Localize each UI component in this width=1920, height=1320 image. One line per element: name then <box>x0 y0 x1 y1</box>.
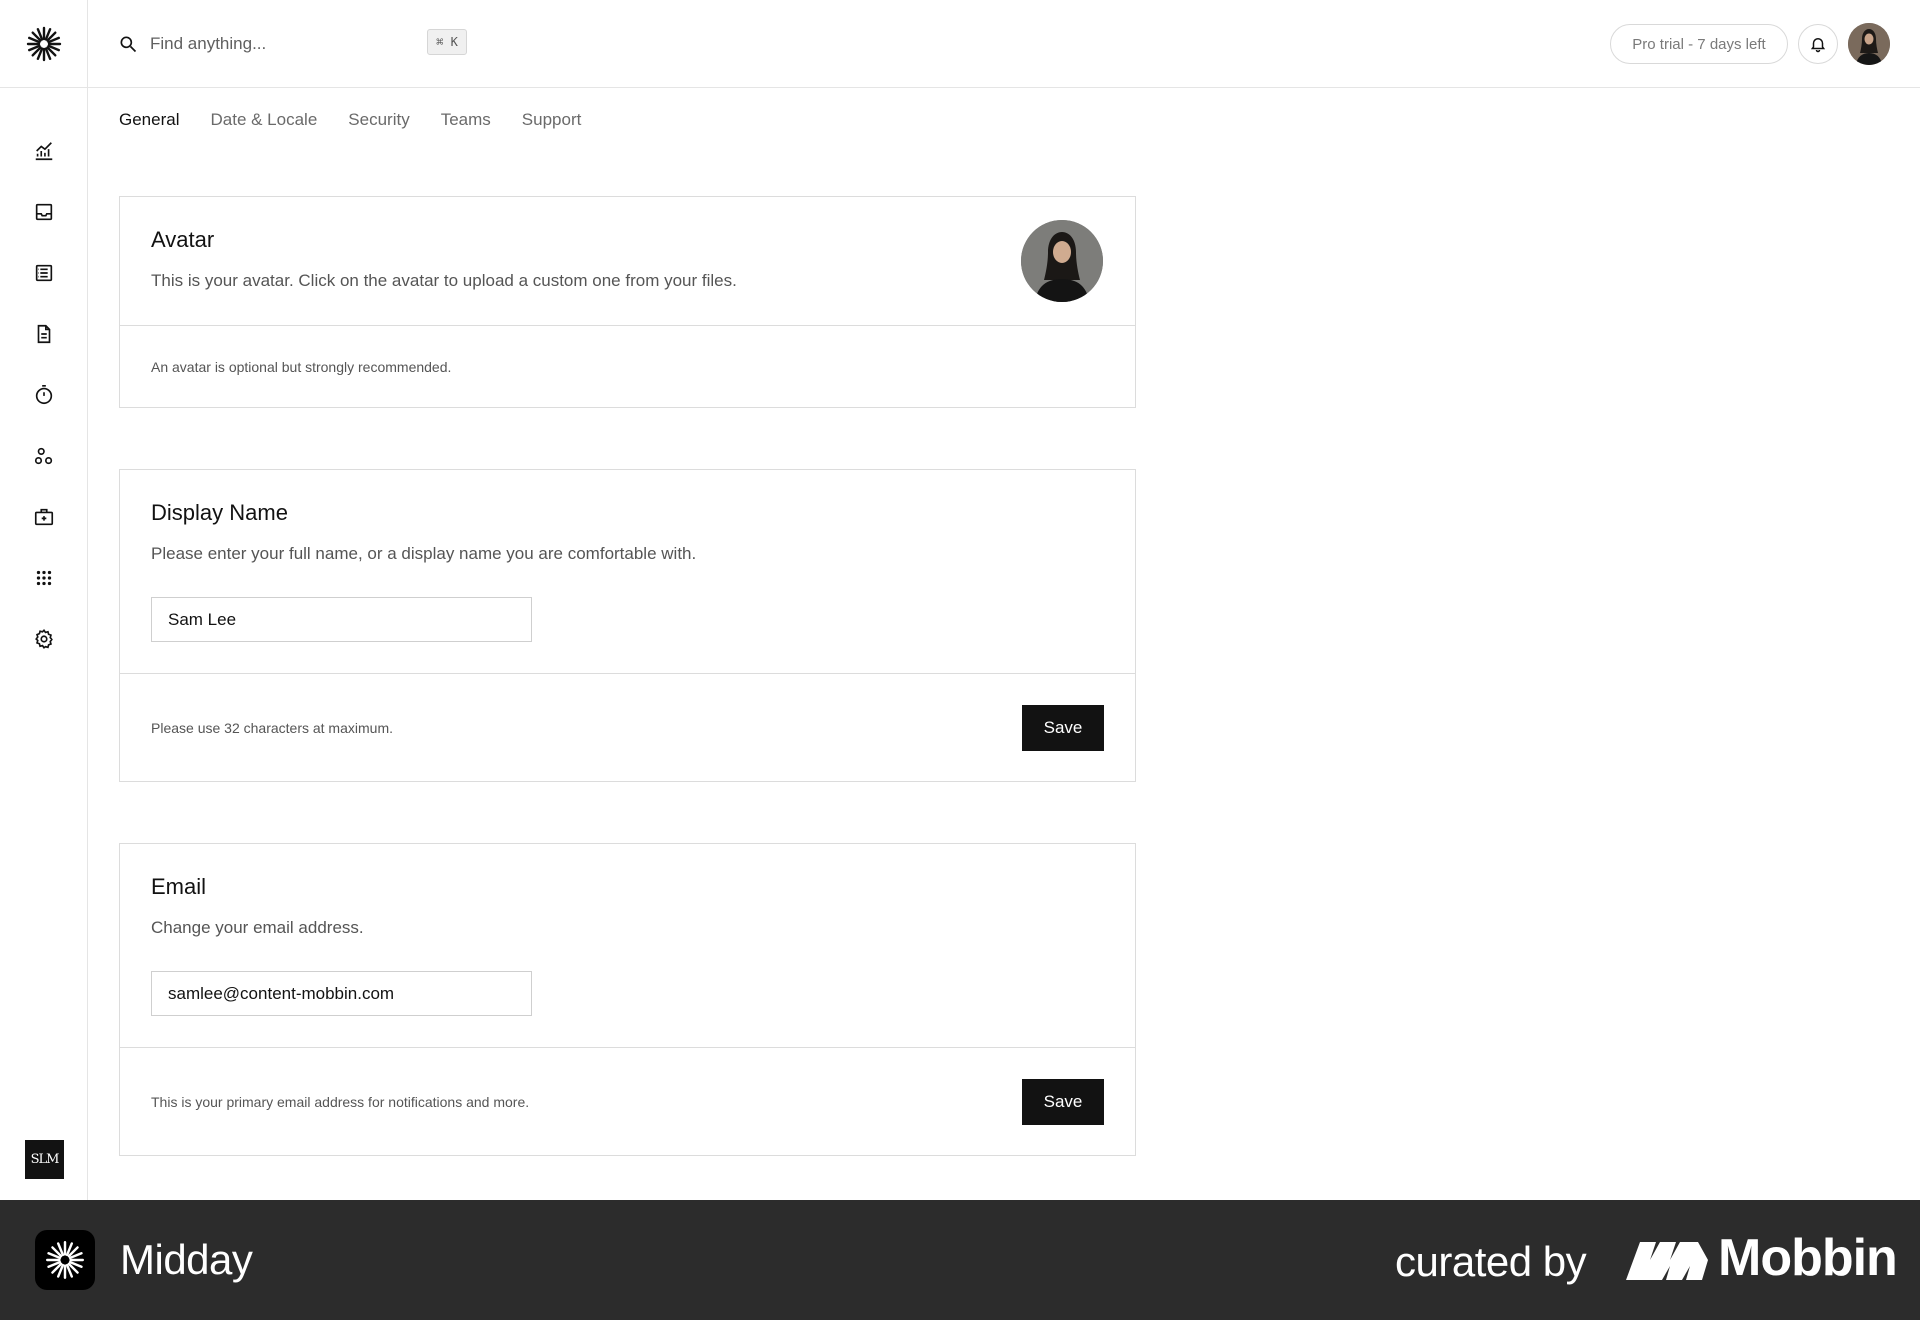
transactions-icon <box>35 264 53 281</box>
display-name-card-description: Please enter your full name, or a displa… <box>151 544 697 563</box>
sidebar: SLM <box>0 0 88 1200</box>
search-input[interactable] <box>150 34 390 54</box>
sidebar-nav <box>0 120 88 669</box>
bell-icon <box>1810 38 1826 53</box>
sidebar-item-overview[interactable] <box>0 120 88 181</box>
midday-app-icon <box>35 1230 95 1290</box>
avatar-card-note: An avatar is optional but strongly recom… <box>151 358 452 375</box>
brand-bar: Midday curated by Mobbin <box>0 1200 1920 1320</box>
invoice-icon <box>37 324 51 343</box>
sidebar-item-vault[interactable] <box>0 486 88 547</box>
avatar-card-footer: An avatar is optional but strongly recom… <box>120 325 1135 407</box>
sidebar-item-tracker[interactable] <box>0 364 88 425</box>
top-header: ⌘ K Pro trial - 7 days left <box>88 0 1920 88</box>
email-card: Email Change your email address. This is… <box>119 843 1136 1156</box>
settings-tabs: General Date & Locale Security Teams Sup… <box>119 110 581 138</box>
display-name-card: Display Name Please enter your full name… <box>119 469 1136 782</box>
display-name-input[interactable] <box>151 597 532 642</box>
midday-logo-mark <box>26 26 62 62</box>
midday-app-icon-mark <box>46 1241 84 1279</box>
apps-icon <box>36 570 52 585</box>
email-input[interactable] <box>151 971 532 1016</box>
customers-icon <box>34 447 53 464</box>
user-avatar-image <box>1848 23 1890 65</box>
inbox-icon <box>35 203 53 220</box>
avatar-card: Avatar This is your avatar. Click on the… <box>119 196 1136 408</box>
chart-icon <box>35 141 53 160</box>
tab-date-locale[interactable]: Date & Locale <box>210 110 317 138</box>
search-bar[interactable]: ⌘ K <box>118 26 467 62</box>
display-name-card-note: Please use 32 characters at maximum. <box>151 719 393 736</box>
tab-support[interactable]: Support <box>522 110 582 138</box>
display-name-card-footer: Please use 32 characters at maximum. Sav… <box>120 673 1135 781</box>
avatar-card-title: Avatar <box>151 227 215 252</box>
avatar-card-description: This is your avatar. Click on the avatar… <box>151 271 737 290</box>
profile-avatar-image <box>1021 220 1103 302</box>
email-save-button[interactable]: Save <box>1022 1079 1104 1125</box>
mobbin-logo-icon <box>1626 1242 1708 1280</box>
sidebar-item-customers[interactable] <box>0 425 88 486</box>
sidebar-item-apps[interactable] <box>0 547 88 608</box>
vault-icon <box>34 508 54 525</box>
notifications-button[interactable] <box>1798 24 1838 64</box>
curated-by-label: curated by <box>1395 1238 1587 1285</box>
sidebar-divider <box>0 87 88 88</box>
tab-general[interactable]: General <box>119 110 179 138</box>
email-card-title: Email <box>151 874 207 899</box>
trial-status-button[interactable]: Pro trial - 7 days left <box>1610 24 1788 64</box>
display-name-card-title: Display Name <box>151 500 288 525</box>
search-shortcut-hint: ⌘ K <box>427 29 467 55</box>
mobbin-wordmark: Mobbin <box>1718 1229 1898 1287</box>
tab-security[interactable]: Security <box>348 110 409 138</box>
user-avatar[interactable] <box>1848 23 1890 65</box>
sidebar-item-invoices[interactable] <box>0 303 88 364</box>
sidebar-item-transactions[interactable] <box>0 242 88 303</box>
sidebar-item-settings[interactable] <box>0 608 88 669</box>
email-card-description: Change your email address. <box>151 918 364 937</box>
search-icon <box>120 36 137 53</box>
email-card-note: This is your primary email address for n… <box>151 1093 530 1110</box>
avatar-upload[interactable] <box>1021 220 1103 302</box>
sidebar-item-inbox[interactable] <box>0 181 88 242</box>
team-badge[interactable]: SLM <box>25 1140 64 1179</box>
brand-app-name: Midday <box>120 1236 253 1283</box>
email-card-footer: This is your primary email address for n… <box>120 1047 1135 1155</box>
midday-logo-icon[interactable] <box>24 24 64 64</box>
display-name-save-button[interactable]: Save <box>1022 705 1104 751</box>
timer-icon <box>35 384 53 404</box>
tab-teams[interactable]: Teams <box>441 110 491 138</box>
settings-icon <box>35 628 53 649</box>
